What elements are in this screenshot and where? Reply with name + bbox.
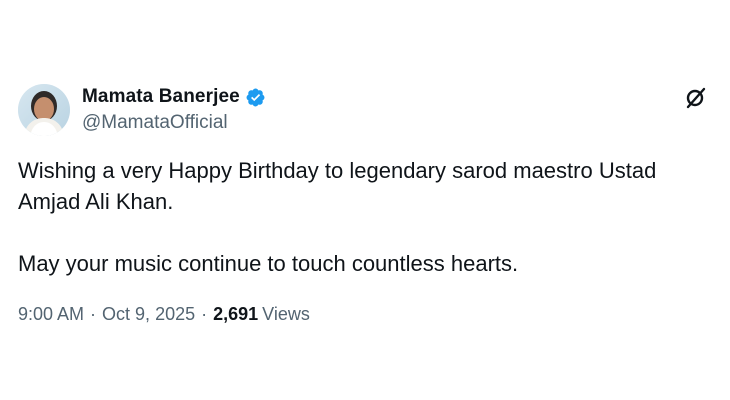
author-handle[interactable]: @MamataOfficial (82, 112, 266, 134)
avatar[interactable] (18, 84, 70, 136)
grok-icon[interactable] (684, 86, 708, 110)
profile-photo-icon (18, 84, 70, 136)
tweet-text: Wishing a very Happy Birthday to legenda… (18, 158, 657, 276)
name-row: Mamata Banerjee (82, 86, 266, 108)
tweet-date[interactable]: Oct 9, 2025 (102, 304, 195, 325)
author-info: Mamata Banerjee @MamataOfficial (82, 86, 266, 134)
author-display-name[interactable]: Mamata Banerjee (82, 86, 240, 108)
tweet-time[interactable]: 9:00 AM (18, 304, 84, 325)
separator: · (90, 304, 97, 324)
tweet-card: Mamata Banerjee @MamataOfficial Wishing … (0, 0, 730, 400)
views-label: Views (262, 304, 310, 324)
separator: · (201, 304, 208, 324)
tweet-meta: 9:00 AM · Oct 9, 2025 · 2,691 Views (18, 304, 310, 325)
views-count: 2,691 (213, 304, 259, 324)
verified-badge-icon[interactable] (245, 87, 266, 108)
